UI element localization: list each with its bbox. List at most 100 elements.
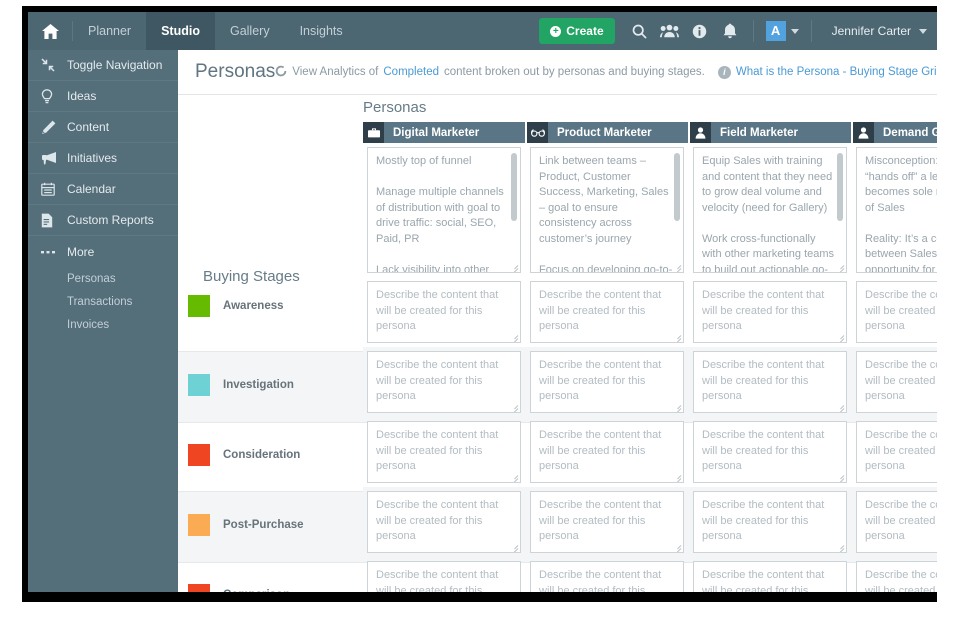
- resize-handle[interactable]: [672, 402, 681, 411]
- persona-header-row: Digital Marketer: [363, 122, 937, 143]
- persona-column-header[interactable]: Demand Gen: [852, 122, 937, 143]
- resize-handle[interactable]: [835, 402, 844, 411]
- stage-content-textarea[interactable]: Describe the content that will be create…: [693, 561, 847, 592]
- resize-handle[interactable]: [835, 262, 844, 271]
- stage-content-textarea[interactable]: Describe the content that will be create…: [693, 351, 847, 413]
- persona-column-header[interactable]: Product Marketer: [526, 122, 689, 143]
- stage-content-textarea[interactable]: Describe the content that will be create…: [367, 281, 521, 343]
- resize-handle[interactable]: [835, 472, 844, 481]
- stage-header-comparison: Comparison: [178, 584, 363, 592]
- persona-description-textarea[interactable]: Link between teams – Product, Customer S…: [530, 147, 684, 273]
- resize-handle[interactable]: [672, 332, 681, 341]
- resize-handle[interactable]: [509, 472, 518, 481]
- resize-handle[interactable]: [509, 262, 518, 271]
- resize-handle[interactable]: [835, 332, 844, 341]
- nav-tab-gallery[interactable]: Gallery: [215, 12, 285, 50]
- nav-tab-insights[interactable]: Insights: [285, 12, 358, 50]
- briefcase-icon: [363, 122, 384, 143]
- stage-cell: Describe the content that will be create…: [363, 417, 526, 487]
- stage-cell: Describe the content that will be create…: [526, 417, 689, 487]
- create-button[interactable]: + Create: [539, 18, 614, 44]
- persona-column-header[interactable]: Digital Marketer: [363, 122, 526, 143]
- stage-content-textarea[interactable]: Describe the content that will be create…: [856, 281, 937, 343]
- help-info-icon[interactable]: i: [718, 66, 731, 79]
- persona-name: Demand Gen: [883, 127, 937, 139]
- account-switcher[interactable]: A: [762, 21, 803, 41]
- sidebar-item-calendar[interactable]: Calendar: [28, 174, 178, 205]
- chevron-down-icon: [791, 29, 799, 34]
- people-icon[interactable]: [655, 12, 685, 50]
- sidebar-subitem-personas[interactable]: Personas: [28, 267, 178, 290]
- resize-handle[interactable]: [672, 542, 681, 551]
- persona-description-textarea[interactable]: Misconception: Marketer “hands off” a le…: [856, 147, 937, 273]
- sidebar-item-label: Ideas: [67, 89, 96, 103]
- sidebar-item-more[interactable]: More: [28, 236, 178, 267]
- persona-column-header[interactable]: Field Marketer: [689, 122, 852, 143]
- resize-handle[interactable]: [509, 542, 518, 551]
- stage-content-textarea[interactable]: Describe the content that will be create…: [693, 281, 847, 343]
- megaphone-icon: [41, 151, 67, 165]
- stage-content-textarea[interactable]: Describe the content that will be create…: [530, 421, 684, 483]
- stage-cell: Describe the content that will be create…: [852, 347, 937, 417]
- info-icon[interactable]: [685, 12, 715, 50]
- sidebar-item-custom-reports[interactable]: Custom Reports: [28, 205, 178, 236]
- stage-content-textarea[interactable]: Describe the content that will be create…: [856, 561, 937, 592]
- stage-cell: Describe the content that will be create…: [689, 557, 852, 592]
- stage-content-textarea[interactable]: Describe the content that will be create…: [367, 421, 521, 483]
- stage-color-swatch: [188, 374, 210, 396]
- textarea-scrollbar[interactable]: [674, 153, 680, 221]
- stage-content-textarea[interactable]: Describe the content that will be create…: [856, 491, 937, 553]
- nav-spacer: [358, 12, 540, 50]
- stage-name: Post-Purchase: [223, 519, 304, 531]
- stage-content-textarea[interactable]: Describe the content that will be create…: [693, 491, 847, 553]
- resize-handle[interactable]: [835, 542, 844, 551]
- stage-content-textarea[interactable]: Describe the content that will be create…: [856, 421, 937, 483]
- stage-content-textarea[interactable]: Describe the content that will be create…: [367, 351, 521, 413]
- sidebar-item-initiatives[interactable]: Initiatives: [28, 143, 178, 174]
- user-menu-label[interactable]: Jennifer Carter: [820, 24, 919, 38]
- top-navigation-bar: Planner Studio Gallery Insights + Create: [28, 12, 937, 50]
- stage-cell: Describe the content that will be create…: [363, 277, 526, 347]
- stage-content-textarea[interactable]: Describe the content that will be create…: [530, 281, 684, 343]
- stage-content-textarea[interactable]: Describe the content that will be create…: [693, 421, 847, 483]
- pencil-icon: [41, 120, 67, 135]
- sidebar-item-label: Custom Reports: [67, 213, 154, 227]
- stage-content-textarea[interactable]: Describe the content that will be create…: [530, 351, 684, 413]
- sidebar-item-ideas[interactable]: Ideas: [28, 81, 178, 112]
- home-icon[interactable]: [28, 12, 72, 50]
- bell-icon[interactable]: [715, 12, 745, 50]
- stage-row-awareness: Describe the content that will be create…: [363, 277, 937, 347]
- stage-content-textarea[interactable]: Describe the content that will be create…: [856, 351, 937, 413]
- notice-completed-link[interactable]: Completed: [383, 66, 439, 78]
- resize-handle[interactable]: [672, 472, 681, 481]
- sidebar-item-toggle-navigation[interactable]: Toggle Navigation: [28, 50, 178, 81]
- stage-header-awareness: Awareness: [178, 295, 363, 317]
- textarea-scrollbar[interactable]: [511, 153, 517, 221]
- persona-name: Digital Marketer: [393, 127, 479, 139]
- stage-cell: Describe the content that will be create…: [526, 277, 689, 347]
- sidebar-item-content[interactable]: Content: [28, 112, 178, 143]
- nav-tab-studio[interactable]: Studio: [146, 12, 215, 50]
- stage-row-investigation: Describe the content that will be create…: [363, 347, 937, 417]
- stage-cell: Describe the content that will be create…: [363, 487, 526, 557]
- textarea-scrollbar[interactable]: [837, 153, 843, 221]
- stage-header-consideration: Consideration: [178, 444, 363, 466]
- resize-handle[interactable]: [509, 332, 518, 341]
- sidebar-subitem-invoices[interactable]: Invoices: [28, 313, 178, 336]
- search-icon[interactable]: [625, 12, 655, 50]
- resize-handle[interactable]: [672, 262, 681, 271]
- user-chevron-down-icon[interactable]: [919, 29, 927, 34]
- stage-content-textarea[interactable]: Describe the content that will be create…: [530, 491, 684, 553]
- persona-description-textarea[interactable]: Equip Sales with training and content th…: [693, 147, 847, 273]
- stage-content-textarea[interactable]: Describe the content that will be create…: [367, 561, 521, 592]
- stage-content-textarea[interactable]: Describe the content that will be create…: [367, 491, 521, 553]
- stage-content-textarea[interactable]: Describe the content that will be create…: [530, 561, 684, 592]
- persona-description-textarea[interactable]: Mostly top of funnel Manage multiple cha…: [367, 147, 521, 273]
- nav-tab-planner[interactable]: Planner: [73, 12, 146, 50]
- help-link[interactable]: What is the Persona - Buying Stage Grid?: [736, 66, 937, 78]
- sidebar-subitem-transactions[interactable]: Transactions: [28, 290, 178, 313]
- stage-header-investigation: Investigation: [178, 374, 363, 396]
- person-icon: [690, 122, 711, 143]
- refresh-icon[interactable]: [275, 65, 287, 80]
- resize-handle[interactable]: [509, 402, 518, 411]
